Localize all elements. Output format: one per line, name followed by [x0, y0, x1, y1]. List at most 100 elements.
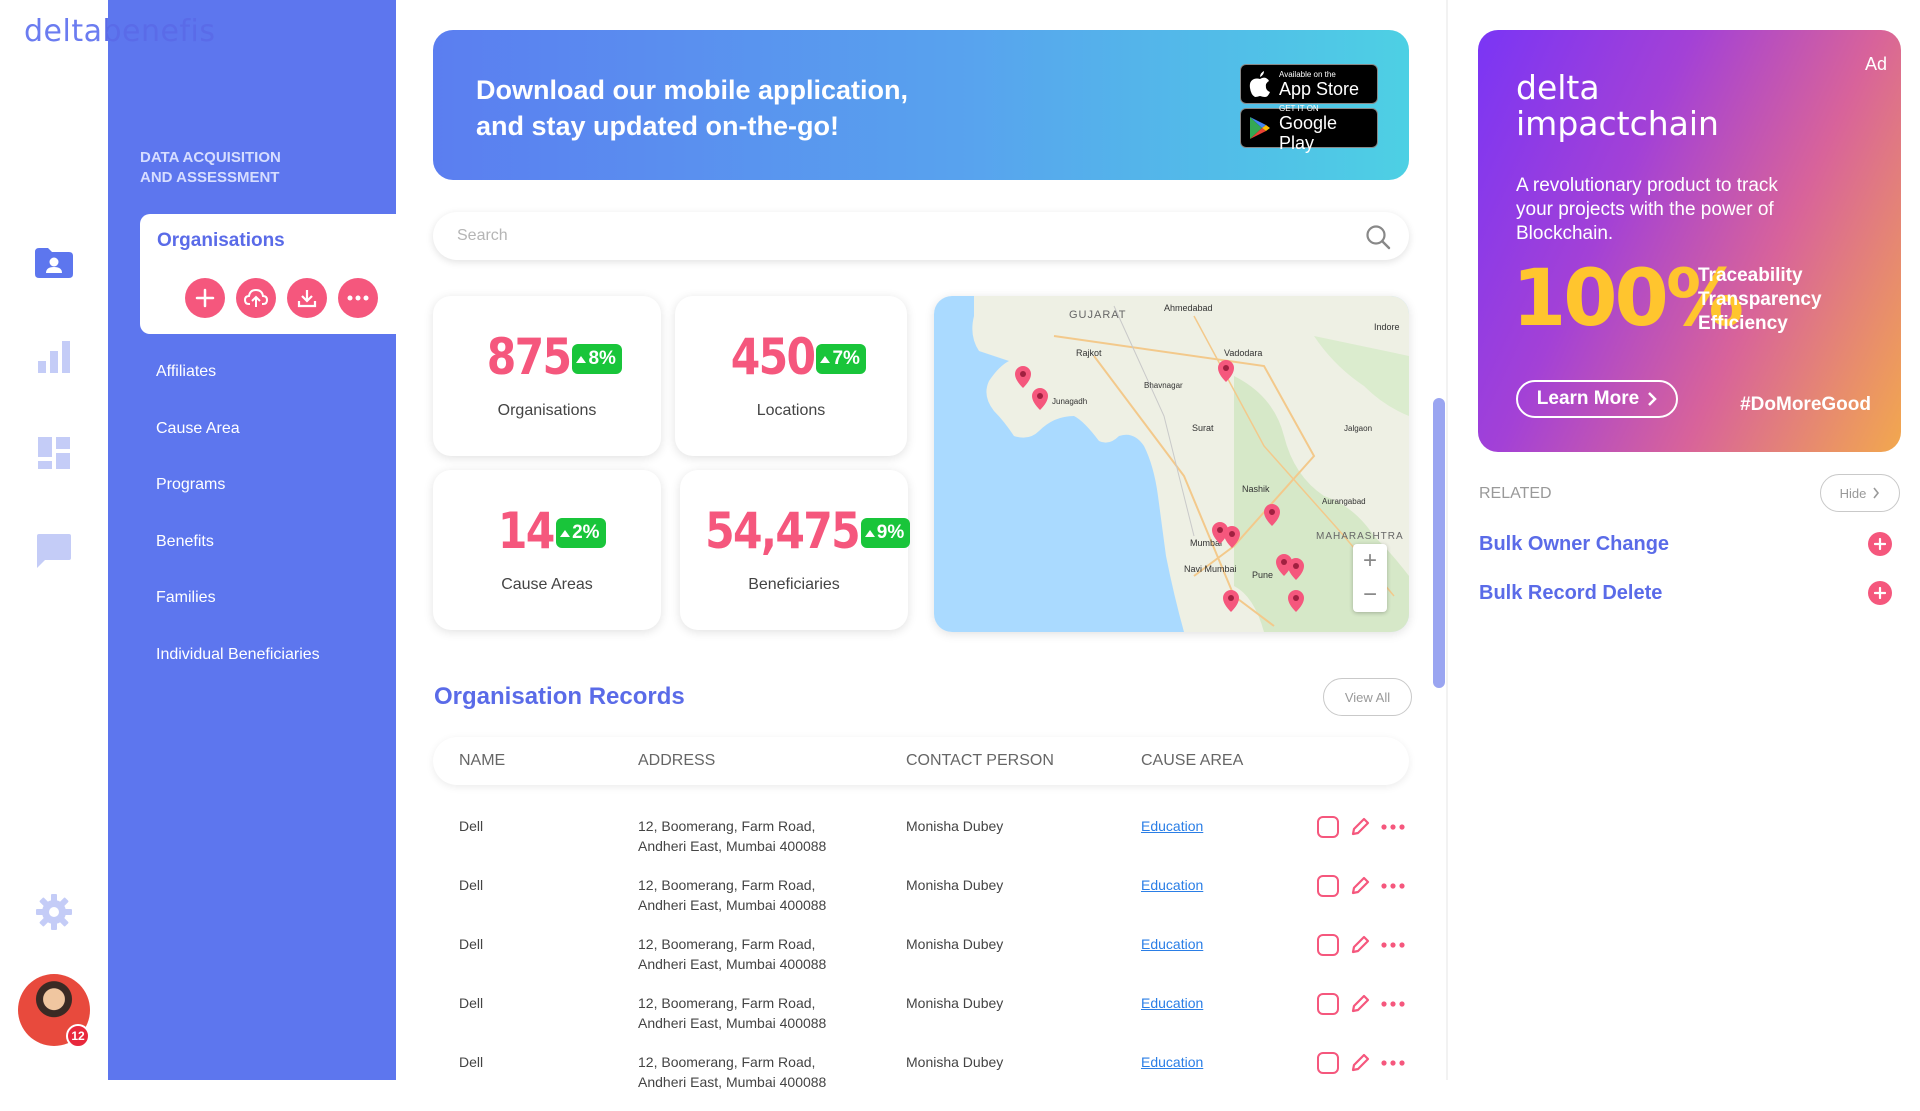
- ad-brand: delta impactchain: [1516, 70, 1719, 142]
- ad-point: Efficiency: [1698, 313, 1788, 334]
- view-all-button[interactable]: View All: [1323, 678, 1412, 716]
- edit-icon[interactable]: [1349, 934, 1371, 956]
- learn-more-button[interactable]: Learn More: [1516, 380, 1678, 418]
- cell-address-line1: 12, Boomerang, Farm Road,: [638, 1054, 816, 1070]
- row-checkbox[interactable]: [1317, 875, 1339, 897]
- row-actions: [1317, 875, 1405, 897]
- map-label-indore: Indore: [1374, 322, 1400, 332]
- row-checkbox[interactable]: [1317, 816, 1339, 838]
- table-row[interactable]: Dell 12, Boomerang, Farm Road, Andheri Eas…: [433, 875, 1409, 934]
- row-checkbox[interactable]: [1317, 993, 1339, 1015]
- more-icon[interactable]: [1381, 1001, 1405, 1007]
- zoom-in-button[interactable]: +: [1353, 544, 1387, 578]
- google-play-button[interactable]: GET IT ON Google Play: [1240, 104, 1378, 153]
- table-row[interactable]: Dell 12, Boomerang, Farm Road, Andheri Eas…: [433, 1052, 1409, 1111]
- ad-description: A revolutionary product to track your pr…: [1516, 175, 1778, 244]
- notification-badge: 12: [66, 1024, 90, 1048]
- more-icon[interactable]: [1381, 942, 1405, 948]
- plus-icon: [1874, 538, 1886, 550]
- cell-address-line2: Andheri East, Mumbai 400088: [638, 1015, 827, 1031]
- contacts-folder-icon[interactable]: [32, 241, 76, 285]
- map-label-jalgaon: Jalgaon: [1344, 424, 1372, 433]
- stat-card-locations[interactable]: 450 7% Locations: [675, 296, 907, 456]
- stat-value: 450: [730, 328, 816, 386]
- nav-item-affiliates[interactable]: Affiliates: [156, 362, 320, 419]
- main-scrollbar[interactable]: [1433, 398, 1445, 688]
- upload-button[interactable]: [236, 278, 276, 318]
- nav-item-benefits[interactable]: Benefits: [156, 532, 320, 589]
- add-button[interactable]: [185, 278, 225, 318]
- cell-cause-link[interactable]: Education: [1141, 816, 1203, 836]
- nav-item-programs[interactable]: Programs: [156, 475, 320, 532]
- stat-change: 9%: [876, 522, 905, 543]
- dashboard-icon[interactable]: [32, 431, 76, 475]
- cell-cause-link[interactable]: Education: [1141, 993, 1203, 1013]
- cell-address-line2: Andheri East, Mumbai 400088: [638, 956, 827, 972]
- up-arrow-icon: [560, 529, 571, 537]
- edit-icon[interactable]: [1349, 993, 1371, 1015]
- related-heading: RELATED: [1479, 485, 1552, 502]
- cell-cause-link[interactable]: Education: [1141, 875, 1203, 895]
- bar-chart-icon[interactable]: [32, 335, 76, 379]
- app-store-button[interactable]: Available on the App Store: [1240, 64, 1378, 104]
- cell-cause-link[interactable]: Education: [1141, 934, 1203, 954]
- related-item-bulk-owner-change[interactable]: Bulk Owner Change: [1479, 533, 1669, 556]
- cell-name: Dell: [459, 936, 484, 952]
- more-icon[interactable]: [1381, 824, 1405, 830]
- nav-item-families[interactable]: Families: [156, 588, 320, 645]
- stat-card-organisations[interactable]: 875 8% Organisations: [433, 296, 661, 456]
- nav-item-individual-beneficiaries[interactable]: Individual Beneficiaries: [156, 645, 320, 702]
- search-input[interactable]: [457, 224, 1337, 248]
- edit-icon[interactable]: [1349, 816, 1371, 838]
- hide-button[interactable]: Hide: [1820, 474, 1900, 512]
- cell-contact: Monisha Dubey: [906, 936, 1004, 952]
- row-actions: [1317, 1052, 1405, 1074]
- cell-cause-link[interactable]: Education: [1141, 1052, 1203, 1072]
- stat-change-badge: 9%: [860, 518, 911, 548]
- table-row[interactable]: Dell 12, Boomerang, Farm Road, Andheri Eas…: [433, 816, 1409, 875]
- googleplay-small-text: GET IT ON: [1278, 103, 1319, 113]
- stat-card-beneficiaries[interactable]: 54,475 9% Beneficiaries: [680, 470, 911, 630]
- column-header-name[interactable]: NAME: [459, 752, 505, 770]
- row-checkbox[interactable]: [1317, 1052, 1339, 1074]
- nav-active-label[interactable]: Organisations: [157, 230, 285, 252]
- add-related-button[interactable]: [1868, 532, 1892, 556]
- apple-icon: [1249, 71, 1270, 97]
- ad-point: Transparency: [1698, 289, 1822, 310]
- app-logo[interactable]: deltabenefis: [24, 14, 215, 49]
- logo-part2: benefis: [102, 14, 216, 49]
- ad-card[interactable]: Ad delta impactchain A revolutionary pro…: [1478, 30, 1901, 452]
- column-header-cause[interactable]: CAUSE AREA: [1141, 752, 1243, 770]
- more-button[interactable]: [338, 278, 378, 318]
- nav-item-cause-area[interactable]: Cause Area: [156, 419, 320, 476]
- more-icon[interactable]: [1381, 883, 1405, 889]
- settings-icon[interactable]: [32, 890, 76, 934]
- download-button[interactable]: [287, 278, 327, 318]
- stat-change: 7%: [832, 348, 860, 369]
- table-row[interactable]: Dell 12, Boomerang, Farm Road, Andheri Eas…: [433, 934, 1409, 993]
- column-header-address[interactable]: ADDRESS: [638, 752, 715, 770]
- row-checkbox[interactable]: [1317, 934, 1339, 956]
- stat-card-cause-areas[interactable]: 14 2% Cause Areas: [433, 470, 661, 630]
- edit-icon[interactable]: [1349, 1052, 1371, 1074]
- column-header-contact[interactable]: CONTACT PERSON: [906, 752, 1054, 770]
- edit-icon[interactable]: [1349, 875, 1371, 897]
- map-label-vadodara: Vadodara: [1224, 348, 1262, 358]
- related-item-bulk-record-delete[interactable]: Bulk Record Delete: [1479, 582, 1662, 605]
- zoom-out-button[interactable]: −: [1353, 578, 1387, 612]
- search-bar: [433, 212, 1409, 260]
- more-icon[interactable]: [1381, 1060, 1405, 1066]
- search-icon[interactable]: [1365, 224, 1391, 250]
- table-header: NAME ADDRESS CONTACT PERSON CAUSE AREA: [433, 737, 1409, 785]
- table-row[interactable]: Dell 12, Boomerang, Farm Road, Andheri Eas…: [433, 993, 1409, 1052]
- chevron-right-icon: [1873, 487, 1880, 499]
- locations-map[interactable]: GUJARAT Ahmedabad Vadodara Rajkot Junaga…: [934, 296, 1409, 632]
- map-label-pune: Pune: [1252, 570, 1273, 580]
- nav-item-organisations-active: Organisations: [140, 214, 396, 334]
- cell-address-line1: 12, Boomerang, Farm Road,: [638, 936, 816, 952]
- chat-icon[interactable]: [32, 529, 76, 573]
- cell-address-line1: 12, Boomerang, Farm Road,: [638, 818, 816, 834]
- icon-rail: deltabenefis 12: [0, 0, 215, 1080]
- add-related-button[interactable]: [1868, 581, 1892, 605]
- chevron-right-icon: [1648, 392, 1657, 406]
